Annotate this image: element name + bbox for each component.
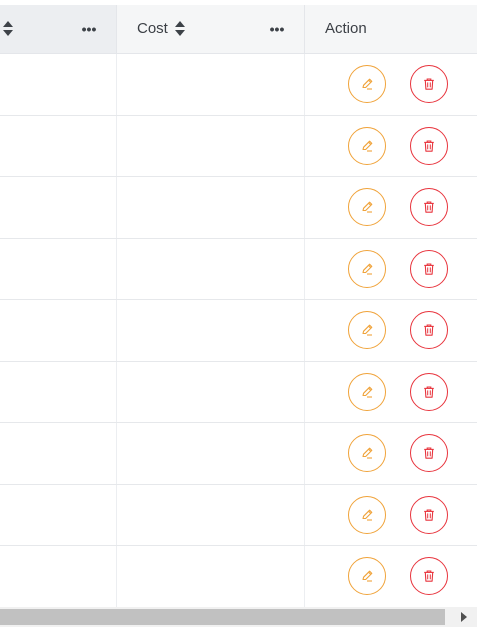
edit-button[interactable] <box>348 126 386 165</box>
table-cell-cost <box>117 361 305 422</box>
table-cell-action <box>305 362 477 423</box>
table-header: ••• Cost ••• Action <box>0 5 477 54</box>
table-cell <box>0 361 117 422</box>
pencil-icon <box>362 78 373 90</box>
pencil-icon <box>362 386 373 398</box>
data-table: ••• Cost ••• Action <box>0 0 477 637</box>
table-cell <box>0 484 117 545</box>
edit-button[interactable] <box>348 434 386 473</box>
table-cell-action <box>305 546 477 607</box>
trash-icon <box>424 447 434 459</box>
pencil-icon <box>362 509 373 521</box>
table-cell-action <box>305 177 477 238</box>
table-cell-action <box>305 116 477 177</box>
pencil-icon <box>362 570 373 582</box>
table-cell-cost <box>117 484 305 545</box>
table-row <box>0 361 477 423</box>
pencil-icon <box>362 447 373 459</box>
table-row <box>0 177 477 239</box>
table-cell-cost <box>117 177 305 238</box>
column-menu-icon[interactable]: ••• <box>81 21 97 37</box>
delete-button[interactable] <box>410 65 448 104</box>
table-cell <box>0 238 117 299</box>
delete-button[interactable] <box>410 311 448 350</box>
table-cell-action <box>305 423 477 484</box>
edit-button[interactable] <box>348 372 386 411</box>
table-row <box>0 423 477 485</box>
edit-button[interactable] <box>348 188 386 227</box>
scrollbar-thumb[interactable] <box>0 609 445 625</box>
trash-icon <box>424 386 434 398</box>
column-header-cost[interactable]: Cost ••• <box>117 5 305 53</box>
table-cell-cost <box>117 54 305 115</box>
table-cell-cost <box>117 300 305 361</box>
table-row <box>0 115 477 177</box>
table-cell <box>0 54 117 115</box>
table-row <box>0 54 477 116</box>
table-cell-cost <box>117 115 305 176</box>
column-header-partial[interactable]: ••• <box>0 5 117 53</box>
table-body <box>0 54 477 608</box>
edit-button[interactable] <box>348 557 386 596</box>
pencil-icon <box>362 324 373 336</box>
table-cell-action <box>305 485 477 546</box>
table-row <box>0 546 477 608</box>
edit-button[interactable] <box>348 311 386 350</box>
horizontal-scrollbar[interactable] <box>0 607 477 627</box>
delete-button[interactable] <box>410 557 448 596</box>
edit-button[interactable] <box>348 249 386 288</box>
table-row <box>0 238 477 300</box>
edit-button[interactable] <box>348 65 386 104</box>
table-cell <box>0 300 117 361</box>
table-cell-action <box>305 239 477 300</box>
delete-button[interactable] <box>410 126 448 165</box>
delete-button[interactable] <box>410 434 448 473</box>
table-cell-cost <box>117 238 305 299</box>
sort-icon[interactable] <box>3 17 13 39</box>
edit-button[interactable] <box>348 495 386 534</box>
pencil-icon <box>362 201 373 213</box>
column-menu-icon[interactable]: ••• <box>269 21 285 37</box>
sort-icon[interactable] <box>175 17 185 39</box>
column-header-action: Action <box>305 5 477 53</box>
scroll-right-arrow-icon[interactable] <box>461 612 467 622</box>
trash-icon <box>424 78 434 90</box>
column-header-label: Cost <box>137 20 168 37</box>
trash-icon <box>424 263 434 275</box>
pencil-icon <box>362 263 373 275</box>
delete-button[interactable] <box>410 249 448 288</box>
table-cell <box>0 115 117 176</box>
sort-descending-icon <box>175 29 185 36</box>
table-cell-action <box>305 54 477 115</box>
trash-icon <box>424 324 434 336</box>
trash-icon <box>424 140 434 152</box>
table-cell-cost <box>117 423 305 484</box>
table-row <box>0 300 477 362</box>
trash-icon <box>424 509 434 521</box>
table-cell <box>0 546 117 607</box>
table-cell <box>0 177 117 238</box>
delete-button[interactable] <box>410 372 448 411</box>
trash-icon <box>424 201 434 213</box>
table-cell-action <box>305 300 477 361</box>
delete-button[interactable] <box>410 495 448 534</box>
sort-ascending-icon <box>175 20 185 27</box>
trash-icon <box>424 570 434 582</box>
column-header-label: Action <box>325 20 367 37</box>
sort-descending-icon <box>3 29 13 36</box>
table-cell-cost <box>117 546 305 607</box>
pencil-icon <box>362 140 373 152</box>
delete-button[interactable] <box>410 188 448 227</box>
table-cell <box>0 423 117 484</box>
sort-ascending-icon <box>3 20 13 27</box>
table-row <box>0 484 477 546</box>
